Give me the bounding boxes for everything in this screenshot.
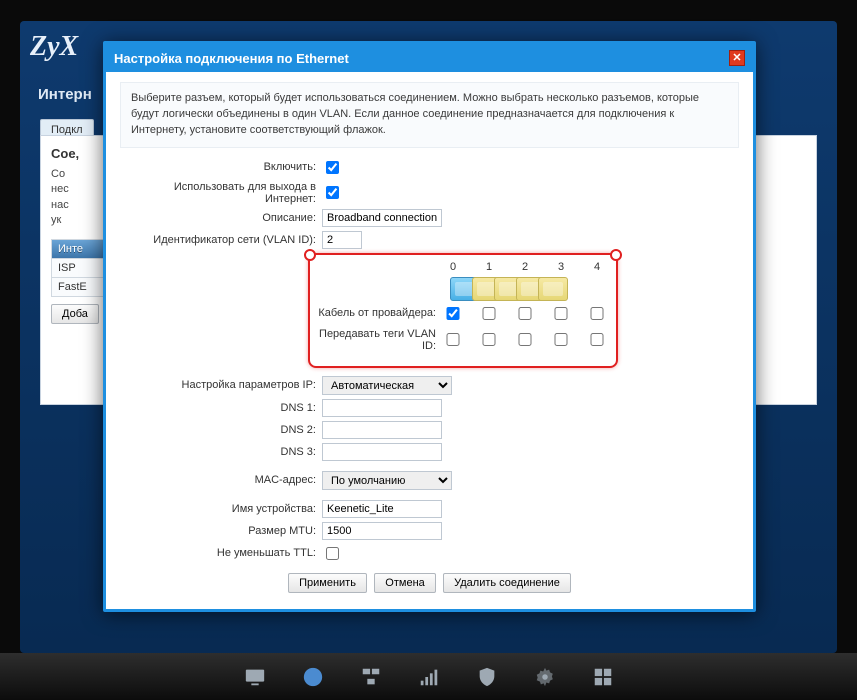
label-use-internet: Использовать для выхода в Интернет: [120,181,322,205]
provider-cable-checkbox[interactable] [442,307,464,320]
shield-icon[interactable] [476,666,498,688]
port-number: 0 [442,261,464,273]
label-ip-settings: Настройка параметров IP: [120,379,322,391]
label-no-ttl: Не уменьшать TTL: [120,547,322,559]
use-internet-checkbox[interactable] [326,186,339,199]
label-device-name: Имя устройства: [120,503,322,515]
page-title: Интерн [38,86,92,103]
dns1-input[interactable] [322,399,442,417]
instruction-text: Выберите разъем, который будет использов… [120,82,739,148]
ip-settings-select[interactable]: Автоматическая [322,376,452,395]
label-enable: Включить: [120,161,322,173]
label-vlan-id: Идентификатор сети (VLAN ID): [120,234,322,246]
provider-cable-checkbox[interactable] [550,307,572,320]
port-number: 2 [514,261,536,273]
globe-icon[interactable] [302,666,324,688]
enable-checkbox[interactable] [326,161,339,174]
no-ttl-checkbox[interactable] [326,547,339,560]
network-icon[interactable] [360,666,382,688]
cancel-button[interactable]: Отмена [374,573,435,593]
modal-title: Настройка подключения по Ethernet [114,51,349,66]
apps-icon[interactable] [592,666,614,688]
dns3-input[interactable] [322,443,442,461]
vlan-tag-checkbox[interactable] [514,333,536,346]
provider-cable-checkbox[interactable] [586,307,608,320]
vlan-tag-checkbox[interactable] [442,333,464,346]
mac-select[interactable]: По умолчанию [322,471,452,490]
label-vlan-tags: Передавать теги VLAN ID: [318,328,442,352]
ethernet-port-icon[interactable] [538,277,568,301]
vlan-tag-checkbox[interactable] [550,333,572,346]
bottom-dock [0,653,857,700]
provider-cable-checkbox[interactable] [478,307,500,320]
description-input[interactable] [322,209,442,227]
vlan-tag-checkbox[interactable] [478,333,500,346]
port-number: 1 [478,261,500,273]
label-mac: MAC-адрес: [120,474,322,486]
port-number: 3 [550,261,572,273]
vlan-tag-checkbox[interactable] [586,333,608,346]
label-dns1: DNS 1: [120,402,322,414]
button-bar: Применить Отмена Удалить соединение [120,573,739,593]
label-dns2: DNS 2: [120,424,322,436]
modal-header: Настройка подключения по Ethernet ✕ [106,44,753,72]
vlan-id-input[interactable] [322,231,362,249]
port-selection-box: 0 1 2 3 4 Кабель от провайдера: [308,253,618,368]
mtu-input[interactable] [322,522,442,540]
label-description: Описание: [120,212,322,224]
close-icon[interactable]: ✕ [729,50,745,66]
monitor-icon[interactable] [244,666,266,688]
label-dns3: DNS 3: [120,446,322,458]
label-provider-cable: Кабель от провайдера: [318,307,442,319]
gear-icon[interactable] [534,666,556,688]
device-name-input[interactable] [322,500,442,518]
delete-connection-button[interactable]: Удалить соединение [443,573,571,593]
apply-button[interactable]: Применить [288,573,367,593]
provider-cable-checkbox[interactable] [514,307,536,320]
brand-logo: ZyX [30,31,78,63]
dns2-input[interactable] [322,421,442,439]
add-connection-button[interactable]: Доба [51,304,99,324]
signal-icon[interactable] [418,666,440,688]
port-number: 4 [586,261,608,273]
ethernet-settings-modal: Настройка подключения по Ethernet ✕ Выбе… [103,41,756,612]
label-mtu: Размер MTU: [120,525,322,537]
